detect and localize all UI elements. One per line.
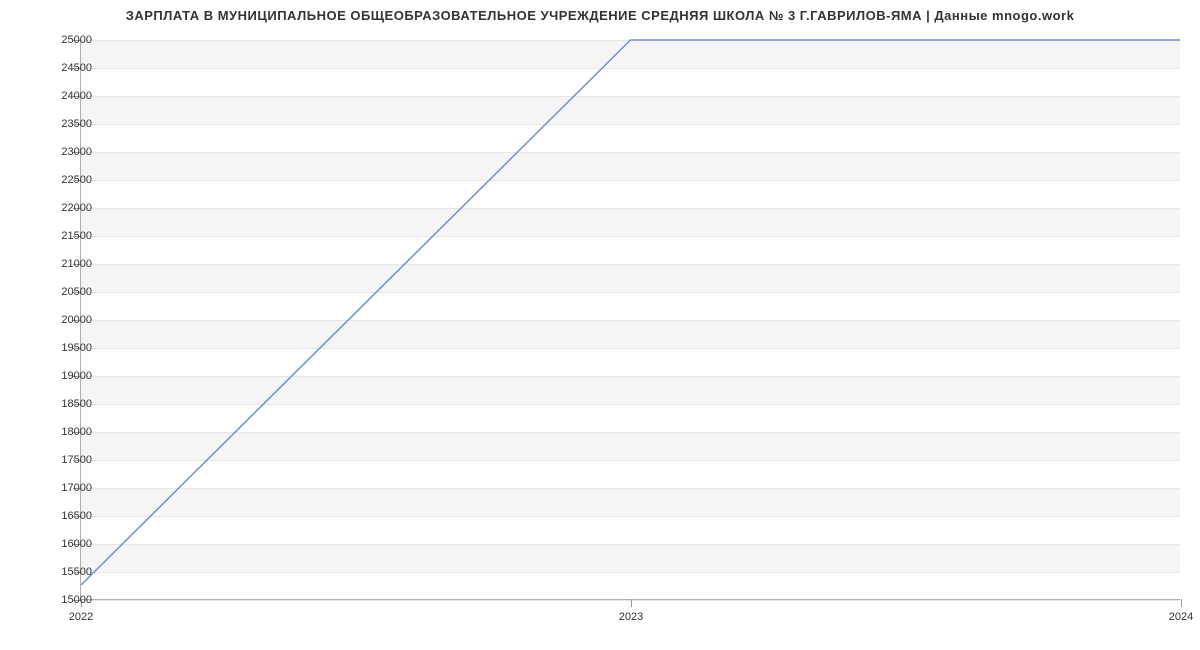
y-axis-label: 17500 [61,454,92,466]
y-axis-label: 17000 [61,482,92,494]
y-axis-label: 25000 [61,34,92,46]
y-axis-label: 16000 [61,538,92,550]
x-axis-label: 2023 [619,611,643,623]
line-layer [81,40,1180,599]
chart-title: ЗАРПЛАТА В МУНИЦИПАЛЬНОЕ ОБЩЕОБРАЗОВАТЕЛ… [0,8,1200,23]
y-axis-label: 23000 [61,146,92,158]
x-axis-label: 2024 [1169,611,1193,623]
x-axis-label: 2022 [69,611,93,623]
y-axis-label: 15500 [61,566,92,578]
y-axis-label: 22500 [61,174,92,186]
y-axis-label: 15000 [61,594,92,606]
plot-area: 202220232024 [80,40,1180,600]
tick-x [631,599,632,607]
y-axis-label: 22000 [61,202,92,214]
y-axis-label: 21500 [61,230,92,242]
y-axis-label: 20000 [61,314,92,326]
y-axis-label: 20500 [61,286,92,298]
y-axis-label: 24000 [61,90,92,102]
tick-x [1181,599,1182,607]
y-axis-label: 19500 [61,342,92,354]
chart-container: ЗАРПЛАТА В МУНИЦИПАЛЬНОЕ ОБЩЕОБРАЗОВАТЕЛ… [0,0,1200,650]
y-axis-label: 24500 [61,62,92,74]
y-axis-label: 21000 [61,258,92,270]
y-axis-label: 16500 [61,510,92,522]
y-axis-label: 23500 [61,118,92,130]
y-axis-label: 18000 [61,426,92,438]
y-axis-label: 18500 [61,398,92,410]
series-line [81,40,1180,585]
y-axis-label: 19000 [61,370,92,382]
